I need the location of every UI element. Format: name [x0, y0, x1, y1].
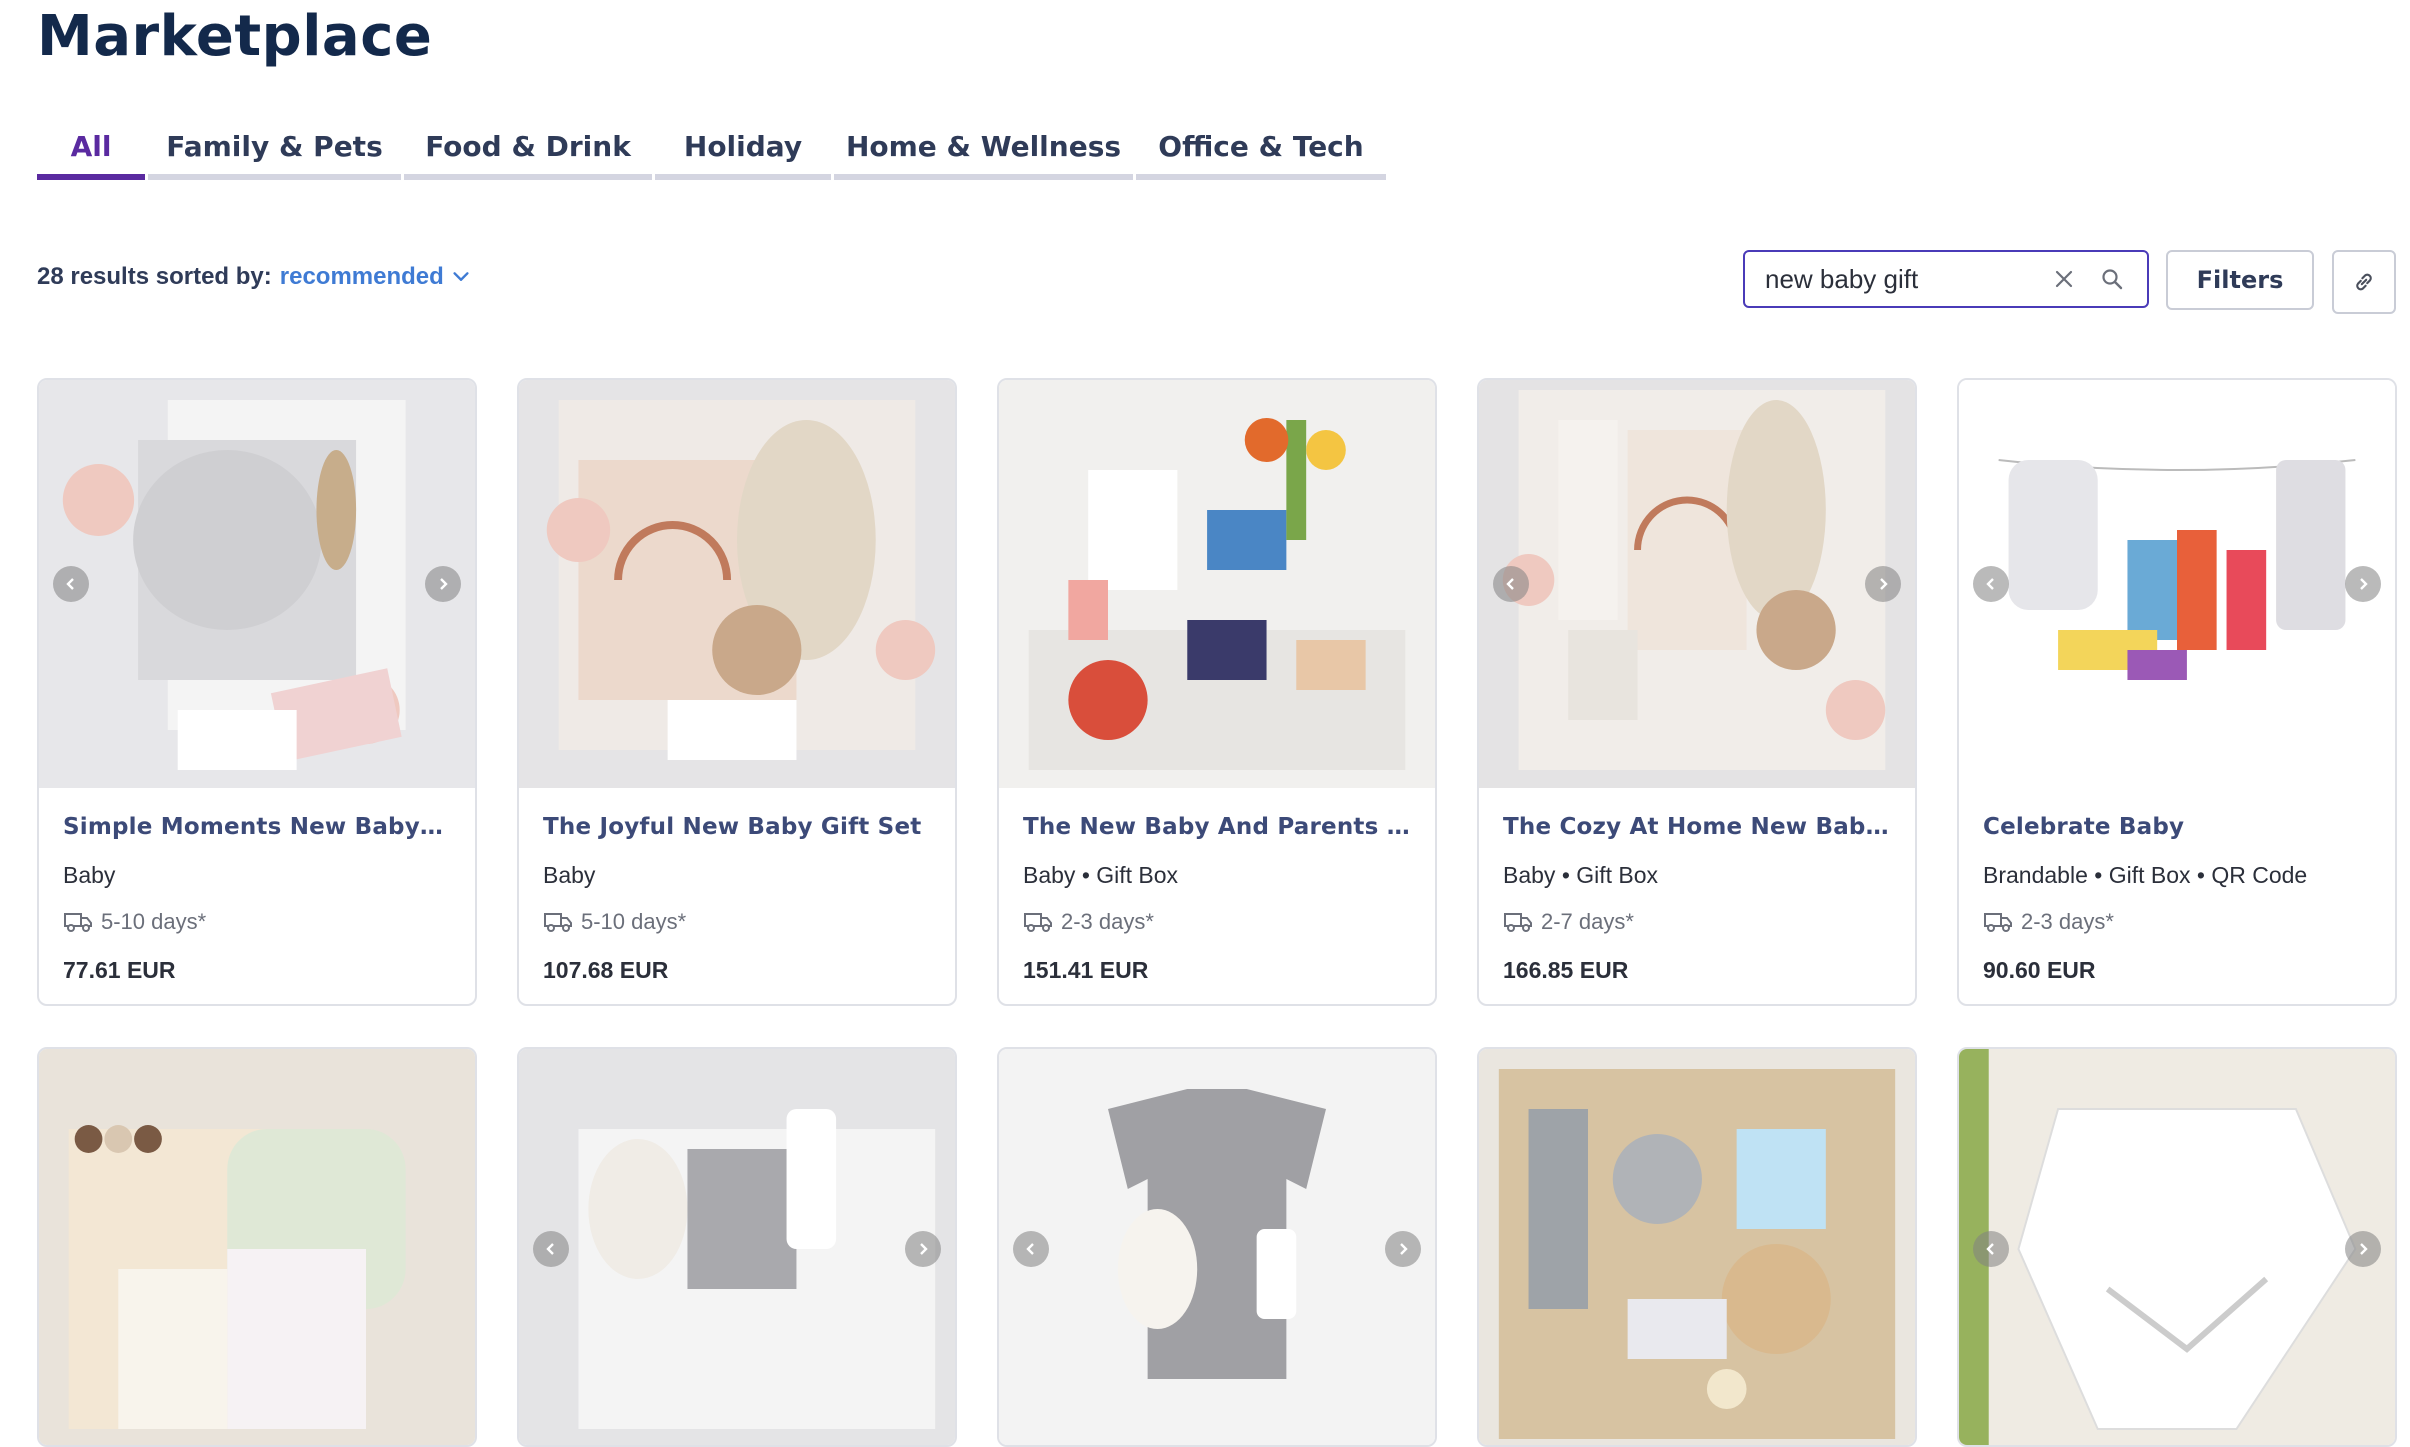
arrow-left-icon[interactable] — [1973, 1231, 2009, 1267]
arrow-right-icon[interactable] — [425, 566, 461, 602]
product-image[interactable] — [1479, 1049, 1915, 1445]
arrow-right-icon[interactable] — [2345, 1231, 2381, 1267]
product-price: 77.61 EUR — [63, 957, 176, 983]
truck-icon — [1504, 913, 1532, 932]
tab-office-tech[interactable]: Office & Tech — [1136, 118, 1386, 180]
delivery-time: 2-3 days* — [2021, 909, 2114, 934]
product-image[interactable] — [1959, 1049, 2395, 1445]
link-icon — [2356, 273, 2372, 291]
truck-icon — [1024, 913, 1052, 932]
product-image[interactable] — [39, 380, 475, 788]
chevron-down-icon[interactable] — [450, 266, 472, 288]
product-card[interactable]: Celebrate Baby Brandable • Gift Box • QR… — [1957, 378, 2397, 1006]
delivery-time: 2-7 days* — [1541, 909, 1634, 934]
product-card[interactable]: Simple Moments New Baby Gift ... Baby 5-… — [37, 378, 477, 1006]
product-price: 90.60 EUR — [1983, 957, 2096, 983]
delivery-info: 2-7 days* — [1503, 909, 1891, 935]
arrow-left-icon[interactable] — [1973, 566, 2009, 602]
tab-family-pets[interactable]: Family & Pets — [148, 118, 401, 180]
product-image[interactable] — [999, 1049, 1435, 1445]
results-summary: 28 results sorted by: recommended — [37, 263, 472, 291]
arrow-right-icon[interactable] — [1865, 566, 1901, 602]
category-tabs: All Family & Pets Food & Drink Holiday H… — [37, 118, 1389, 180]
tab-all[interactable]: All — [37, 118, 145, 180]
product-tags: Baby • Gift Box — [1503, 862, 1659, 888]
product-card[interactable]: The Cozy At Home New Baby Gi... Baby • G… — [1477, 378, 1917, 1006]
delivery-time: 5-10 days* — [101, 909, 207, 934]
results-count: 28 results sorted by: — [37, 263, 272, 290]
arrow-right-icon[interactable] — [1385, 1231, 1421, 1267]
product-price: 151.41 EUR — [1023, 957, 1149, 983]
truck-icon — [544, 913, 572, 932]
product-price: 107.68 EUR — [543, 957, 669, 983]
clear-icon[interactable] — [2047, 262, 2081, 296]
product-image[interactable] — [999, 380, 1435, 788]
arrow-left-icon[interactable] — [1493, 566, 1529, 602]
delivery-time: 5-10 days* — [581, 909, 687, 934]
product-image[interactable] — [39, 1049, 475, 1445]
product-card[interactable] — [1477, 1047, 1917, 1447]
product-title[interactable]: Celebrate Baby — [1983, 814, 2371, 840]
arrow-left-icon[interactable] — [533, 1231, 569, 1267]
product-card[interactable] — [1957, 1047, 2397, 1447]
product-image[interactable] — [519, 380, 955, 788]
product-tags: Baby • Gift Box — [1023, 862, 1179, 888]
arrow-left-icon[interactable] — [53, 566, 89, 602]
product-title[interactable]: The Joyful New Baby Gift Set — [543, 814, 931, 840]
product-tags: Brandable • Gift Box • QR Code — [1983, 862, 2308, 888]
search-box — [1743, 250, 2149, 308]
tab-food-drink[interactable]: Food & Drink — [404, 118, 652, 180]
delivery-info: 5-10 days* — [63, 909, 451, 935]
product-image[interactable] — [519, 1049, 955, 1445]
product-image[interactable] — [1959, 380, 2395, 788]
product-title[interactable]: Simple Moments New Baby Gift ... — [63, 814, 451, 840]
product-tags: Baby — [63, 862, 116, 888]
product-image[interactable] — [1479, 380, 1915, 788]
sort-dropdown[interactable]: recommended — [280, 263, 444, 291]
product-card[interactable] — [517, 1047, 957, 1447]
delivery-time: 2-3 days* — [1061, 909, 1154, 934]
arrow-right-icon[interactable] — [2345, 566, 2381, 602]
product-card[interactable]: The Joyful New Baby Gift Set Baby 5-10 d… — [517, 378, 957, 1006]
tab-home-wellness[interactable]: Home & Wellness — [834, 118, 1133, 180]
tab-holiday[interactable]: Holiday — [655, 118, 831, 180]
product-card[interactable] — [997, 1047, 1437, 1447]
arrow-right-icon[interactable] — [905, 1231, 941, 1267]
search-input[interactable] — [1763, 262, 2047, 296]
product-card[interactable] — [37, 1047, 477, 1447]
arrow-left-icon[interactable] — [1013, 1231, 1049, 1267]
filters-button[interactable]: Filters — [2166, 250, 2314, 310]
product-title[interactable]: The Cozy At Home New Baby Gi... — [1503, 814, 1891, 840]
product-tags: Baby — [543, 862, 596, 888]
delivery-info: 2-3 days* — [1983, 909, 2371, 935]
truck-icon — [1984, 913, 2012, 932]
delivery-info: 5-10 days* — [543, 909, 931, 935]
truck-icon — [64, 913, 92, 932]
product-title[interactable]: The New Baby And Parents Gift ... — [1023, 814, 1411, 840]
copy-link-button[interactable] — [2332, 250, 2396, 314]
search-icon[interactable] — [2095, 262, 2129, 296]
page-title: Marketplace — [37, 4, 433, 69]
product-price: 166.85 EUR — [1503, 957, 1629, 983]
delivery-info: 2-3 days* — [1023, 909, 1411, 935]
product-card[interactable]: The New Baby And Parents Gift ... Baby •… — [997, 378, 1437, 1006]
